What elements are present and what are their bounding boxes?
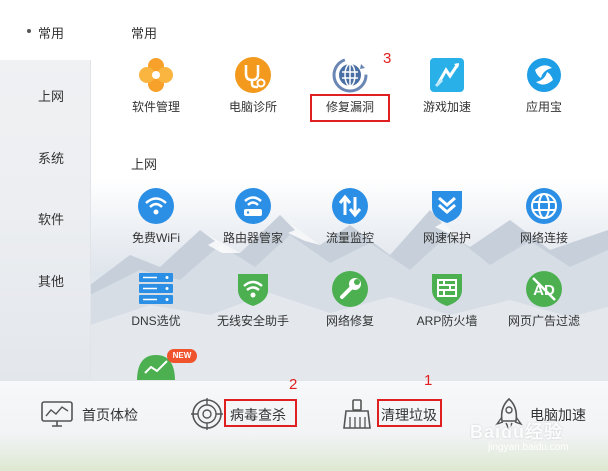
dns-server-icon <box>139 273 173 304</box>
tool-label: 网页广告过滤 <box>507 314 580 328</box>
watermark-url: jingyan.baidu.com <box>488 442 569 453</box>
highlight-box-virus-scan <box>224 399 297 427</box>
tool-label: DNS选优 <box>131 314 181 328</box>
tool-network-repair[interactable]: 网络修复 <box>300 270 400 329</box>
tool-dns-optimize[interactable]: DNS选优 <box>106 270 206 329</box>
sidebar-item-label: 其他 <box>38 274 65 289</box>
shield-refresh-icon <box>332 57 368 93</box>
tool-ad-filter[interactable]: AD 网页广告过滤 <box>494 270 594 329</box>
wifi-shield-icon <box>238 274 268 306</box>
section-title-internet: 上网 <box>131 157 158 172</box>
tool-label: 电脑诊所 <box>228 100 277 114</box>
tool-app-store[interactable]: 应用宝 <box>494 56 594 115</box>
broom-icon <box>343 399 371 429</box>
tool-arp-firewall[interactable]: ARP防火墙 <box>397 270 497 329</box>
tool-traffic-monitor[interactable]: 流量监控 <box>300 187 400 246</box>
annotation-number: 3 <box>383 50 392 67</box>
sidebar-divider <box>90 60 91 380</box>
tool-label: 无线安全助手 <box>216 314 289 328</box>
speed-shield-icon <box>432 191 462 223</box>
game-boost-icon <box>430 58 464 92</box>
tool-label: 路由器管家 <box>222 231 283 245</box>
traffic-arrows-icon <box>332 188 368 224</box>
monitor-chart-icon <box>41 401 73 427</box>
tool-label: 网速保护 <box>422 231 471 245</box>
tool-wireless-security[interactable]: 无线安全助手 <box>203 270 303 329</box>
bottom-item-label: 首页体检 <box>82 407 138 423</box>
tool-label: 网络连接 <box>519 231 568 245</box>
bottom-item-home-checkup[interactable]: 首页体检 <box>40 397 170 431</box>
tool-speed-protect[interactable]: 网速保护 <box>397 187 497 246</box>
new-badge: NEW <box>167 349 197 363</box>
highlight-box-fix-vulnerability <box>310 94 390 122</box>
sidebar-item-label: 软件 <box>38 212 65 227</box>
sidebar-item-software[interactable]: 软件 <box>0 209 90 228</box>
watermark: Baidu经验 <box>470 422 564 442</box>
tool-label: 游戏加速 <box>422 100 471 114</box>
tool-label: 流量监控 <box>325 231 374 245</box>
globe-icon <box>526 188 562 224</box>
target-icon <box>191 398 223 430</box>
annotation-number: 1 <box>424 372 433 389</box>
tool-label: 免费WiFi <box>132 231 180 245</box>
tool-pc-clinic[interactable]: 电脑诊所 <box>203 56 303 115</box>
sidebar-item-label: 上网 <box>38 89 65 104</box>
tool-router-manager[interactable]: 路由器管家 <box>203 187 303 246</box>
tool-label: 网络修复 <box>325 314 374 328</box>
tool-network-connect[interactable]: 网络连接 <box>494 187 594 246</box>
highlight-box-clean-junk <box>377 399 442 427</box>
firewall-icon <box>432 274 462 306</box>
annotation-number: 2 <box>289 376 298 393</box>
ad-block-icon: AD <box>526 271 562 307</box>
flower-icon <box>139 58 173 92</box>
active-dot-icon <box>27 29 31 33</box>
router-icon <box>235 188 271 224</box>
app-store-icon <box>527 58 561 92</box>
sidebar-item-label: 系统 <box>38 151 65 166</box>
tool-software-manager[interactable]: 软件管理 <box>106 56 206 115</box>
tool-label: 应用宝 <box>525 100 562 114</box>
tool-game-boost[interactable]: 游戏加速 <box>397 56 497 115</box>
sidebar-item-other[interactable]: 其他 <box>0 271 90 290</box>
sidebar-item-label: 常用 <box>38 26 65 41</box>
stethoscope-icon <box>235 57 271 93</box>
wifi-icon <box>138 188 174 224</box>
tool-free-wifi[interactable]: 免费WiFi <box>106 187 206 246</box>
tool-label: 软件管理 <box>131 100 180 114</box>
tool-label: ARP防火墙 <box>416 314 478 328</box>
wrench-icon <box>332 271 368 307</box>
section-title-common: 常用 <box>131 26 158 41</box>
sidebar-item-system[interactable]: 系统 <box>0 148 90 167</box>
sidebar-item-internet[interactable]: 上网 <box>0 86 90 105</box>
sidebar-item-common[interactable]: 常用 <box>0 23 90 42</box>
